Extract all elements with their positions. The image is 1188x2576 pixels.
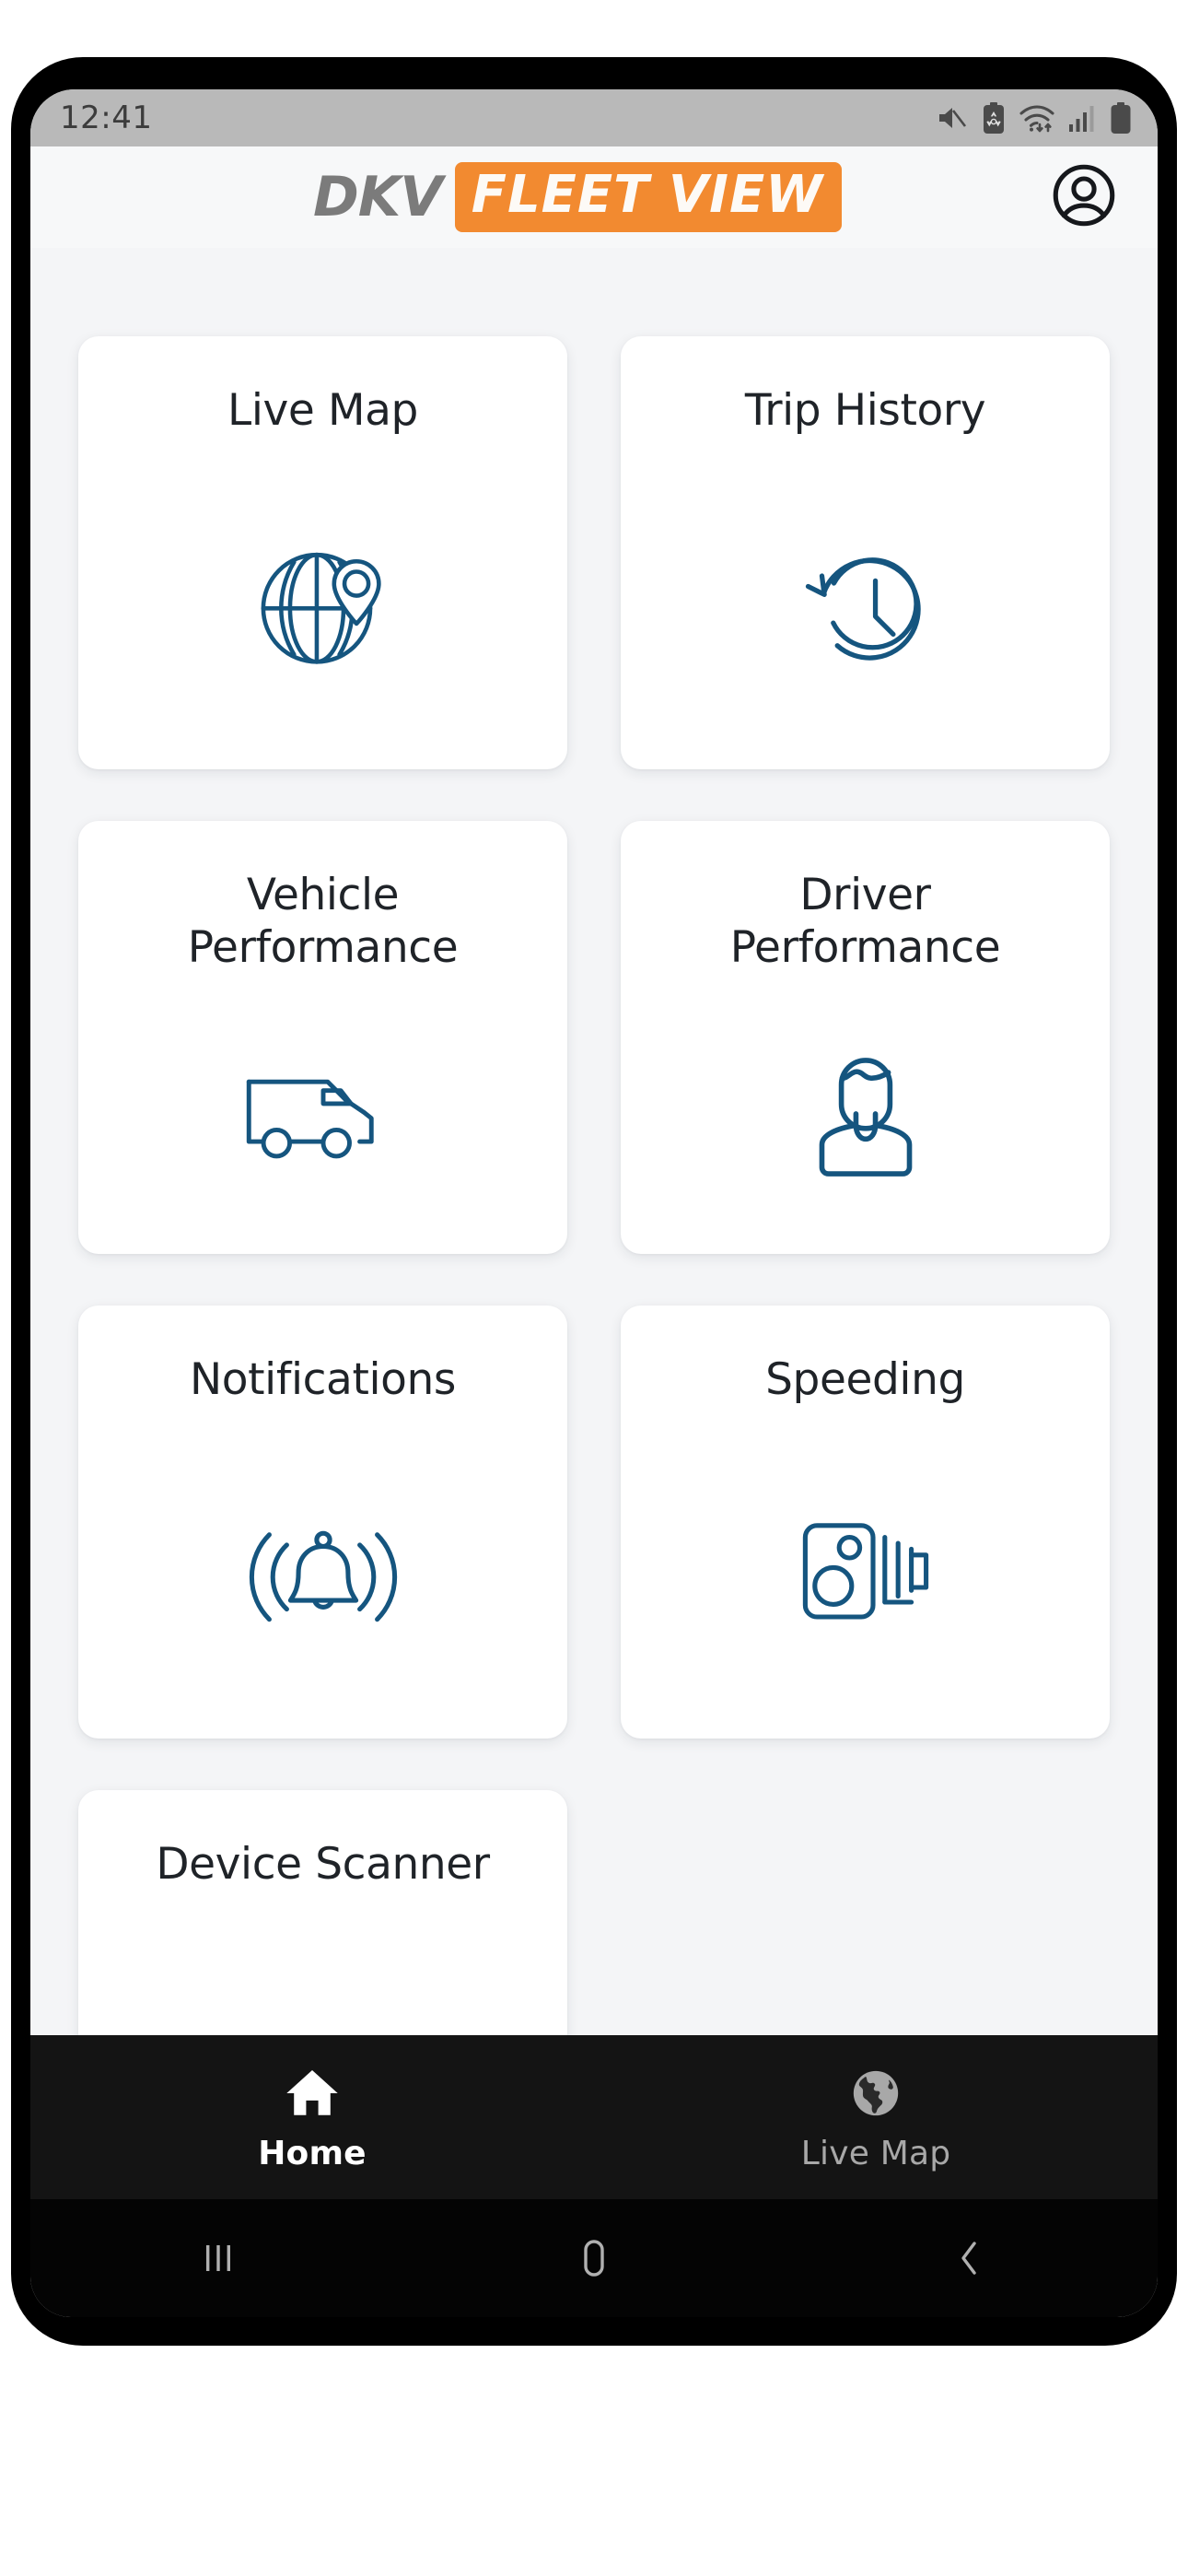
earth-globe-icon (849, 2063, 903, 2124)
tile-driver-performance-label-line2: Performance (729, 922, 1001, 974)
tile-driver-performance-label-line1: Driver (799, 870, 931, 920)
tile-vehicle-performance-label: Vehicle Performance (187, 869, 459, 975)
home-square-icon (572, 2235, 616, 2281)
brand-logo: DKV FLEET VIEW (312, 161, 843, 233)
wifi-icon (1018, 102, 1056, 134)
battery-icon (1110, 102, 1132, 134)
tile-live-map-label: Live Map (227, 385, 418, 436)
volume-mute-icon (937, 104, 970, 132)
tile-live-map[interactable]: Live Map (78, 336, 567, 769)
driver-person-icon (797, 1022, 935, 1206)
back-button[interactable] (782, 2235, 1158, 2281)
recents-bars-icon (198, 2236, 239, 2280)
tile-vehicle-performance[interactable]: Vehicle Performance (78, 821, 567, 1254)
status-bar: 12:41 (30, 89, 1158, 146)
tile-driver-performance[interactable]: Driver Performance (621, 821, 1110, 1254)
tile-device-scanner[interactable]: Device Scanner (78, 1790, 567, 2035)
tile-vehicle-performance-label-line1: Vehicle (246, 870, 400, 920)
phone-frame: 12:41 DKV FLEET VIEW Live Map Trip Histo… (11, 57, 1177, 2346)
android-system-nav (30, 2199, 1158, 2317)
nav-item-home[interactable]: Home (30, 2063, 594, 2172)
recents-button[interactable] (30, 2236, 406, 2280)
brand-fleetview-text: FLEET VIEW (454, 161, 843, 233)
nav-item-live-map-label: Live Map (800, 2134, 951, 2172)
phone-screen: 12:41 DKV FLEET VIEW Live Map Trip Histo… (30, 89, 1158, 2317)
tile-device-scanner-label: Device Scanner (156, 1839, 490, 1890)
home-tile-grid: Live Map Trip History Vehicle Performanc… (30, 248, 1158, 1739)
speed-camera-icon (785, 1481, 947, 1665)
home-tile-grid-overflow: Device Scanner (30, 1739, 1158, 2035)
clock-history-icon (785, 511, 947, 696)
home-button[interactable] (406, 2235, 782, 2281)
bell-ringing-icon (236, 1481, 411, 1665)
globe-pin-icon (242, 511, 404, 696)
tile-vehicle-performance-label-line2: Performance (187, 922, 459, 974)
app-header: DKV FLEET VIEW (30, 146, 1158, 248)
status-bar-icons (937, 102, 1132, 134)
tile-notifications[interactable]: Notifications (78, 1306, 567, 1739)
tile-driver-performance-label: Driver Performance (729, 869, 1001, 975)
nav-item-home-label: Home (258, 2134, 367, 2172)
cellular-signal-icon (1068, 103, 1098, 133)
chevron-left-icon (951, 2235, 988, 2281)
bottom-navigation-bar: Home Live Map (30, 2035, 1158, 2199)
battery-saver-icon (982, 102, 1006, 134)
account-button[interactable] (1049, 162, 1119, 232)
tile-notifications-label: Notifications (190, 1354, 456, 1405)
tile-trip-history-label: Trip History (744, 385, 986, 436)
tile-speeding[interactable]: Speeding (621, 1306, 1110, 1739)
nav-item-live-map[interactable]: Live Map (594, 2063, 1158, 2172)
account-circle-icon (1051, 162, 1117, 233)
home-icon (283, 2063, 342, 2124)
tile-speeding-label: Speeding (765, 1354, 965, 1405)
tile-trip-history[interactable]: Trip History (621, 336, 1110, 769)
van-icon (236, 1022, 411, 1206)
status-bar-clock: 12:41 (60, 100, 153, 136)
brand-dkv-text: DKV (312, 165, 443, 229)
home-scroll-area[interactable]: Live Map Trip History Vehicle Performanc… (30, 248, 1158, 2035)
